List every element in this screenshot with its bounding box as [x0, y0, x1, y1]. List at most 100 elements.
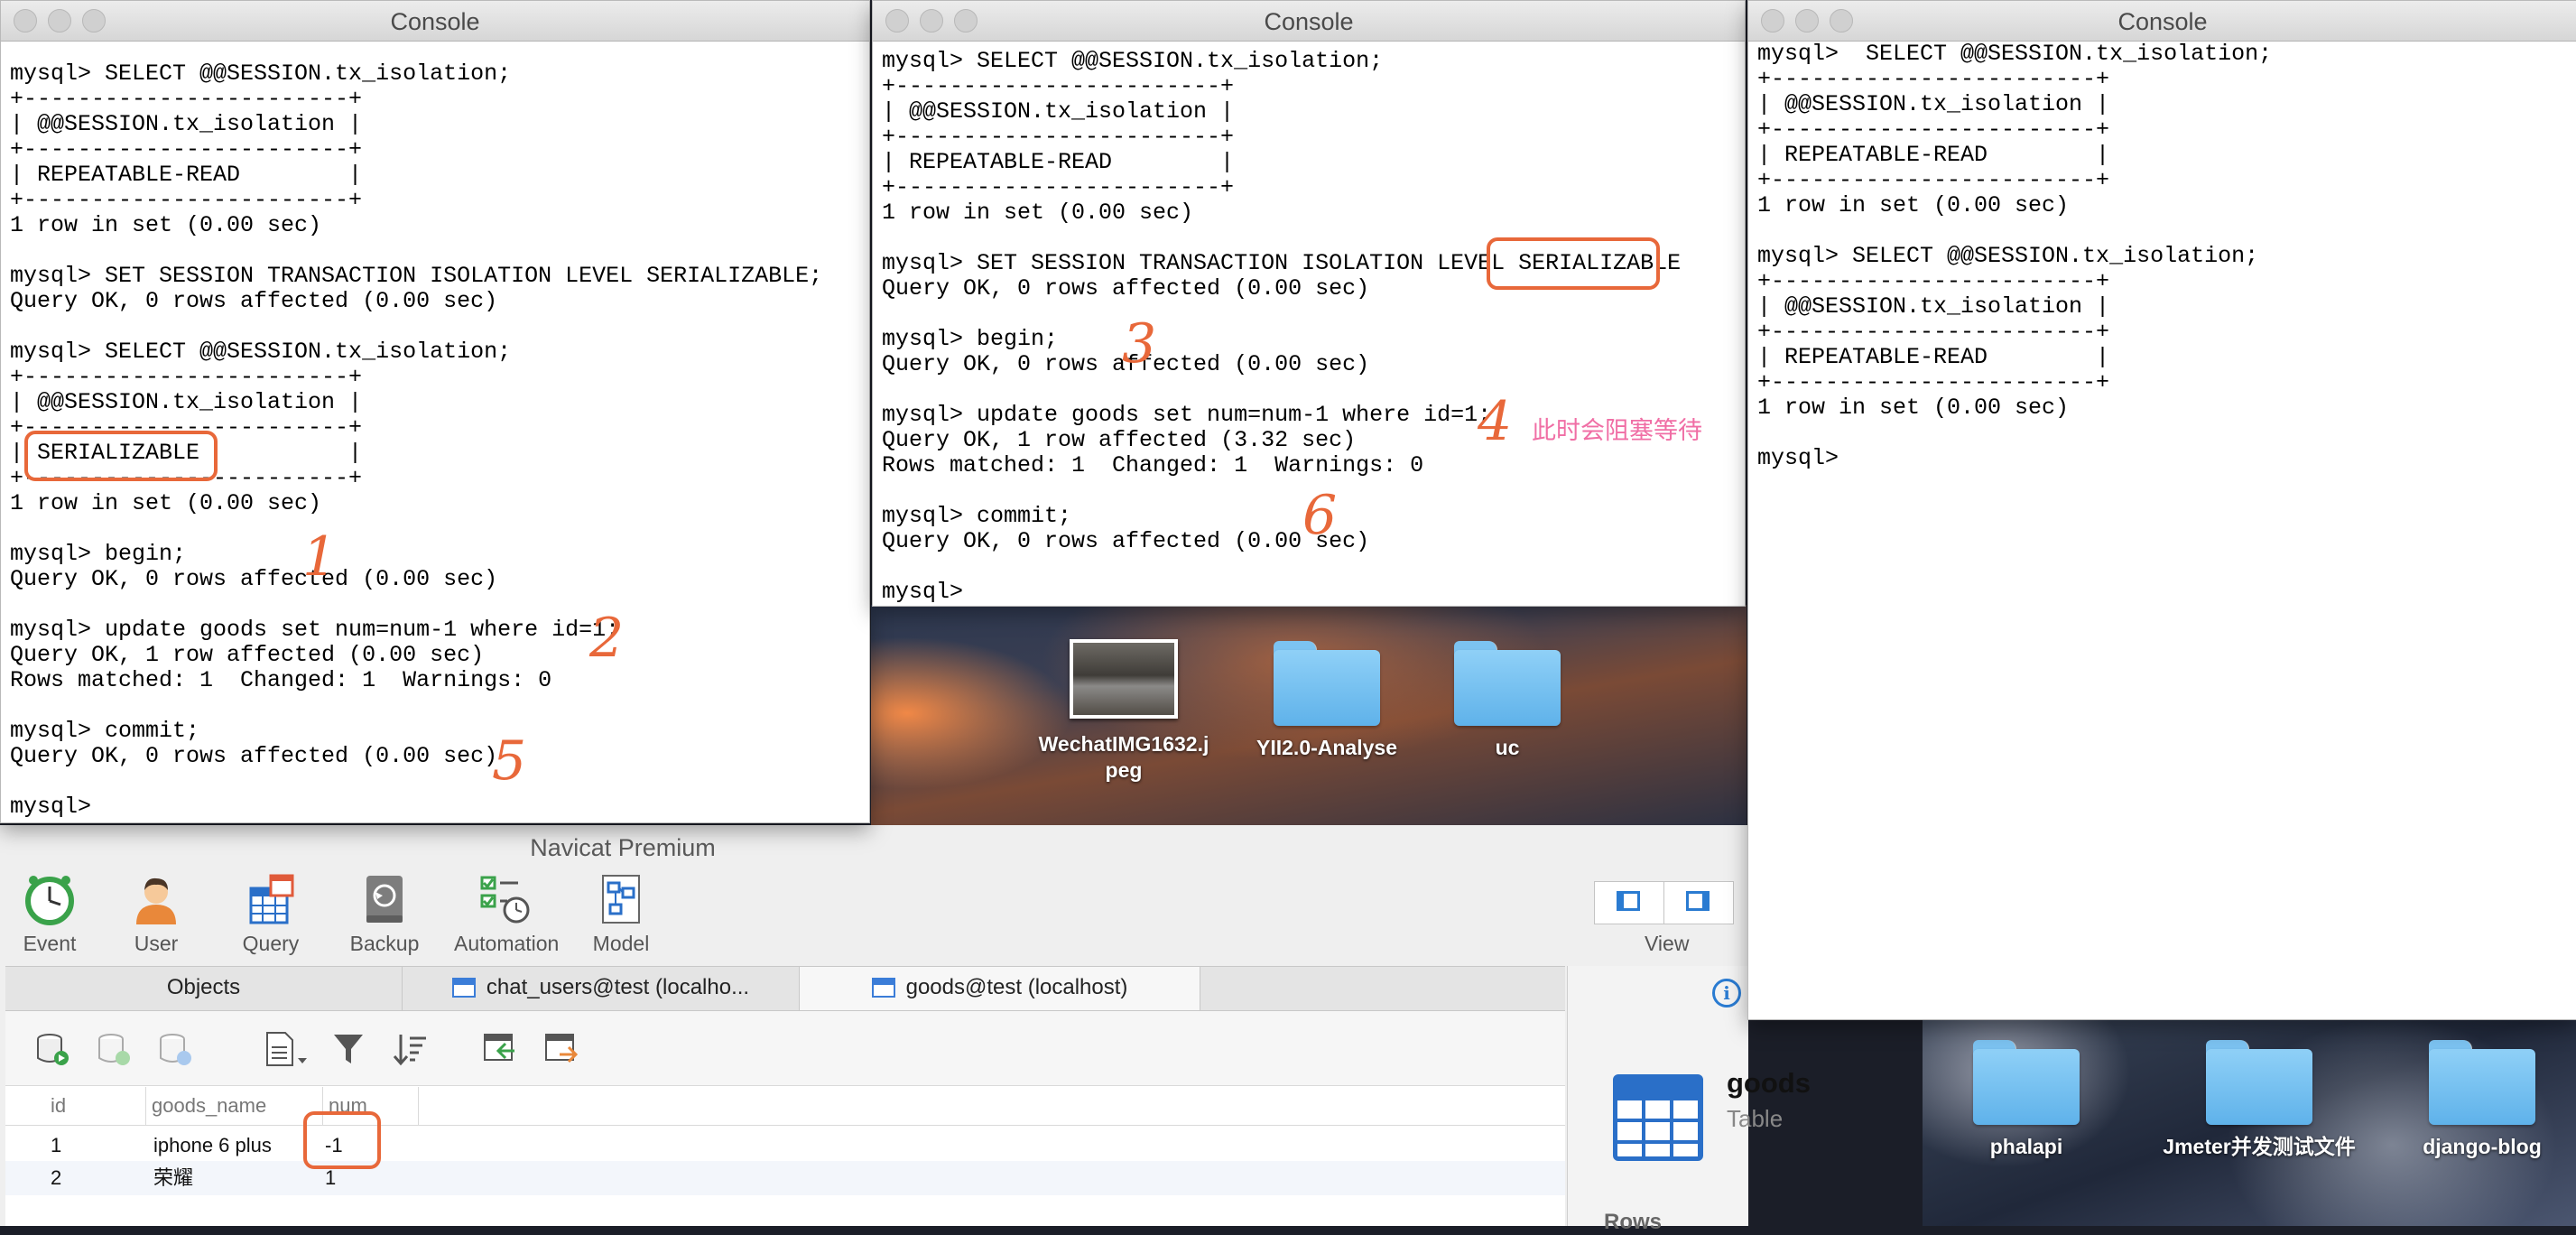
toolbar-label: User: [134, 932, 179, 955]
view-right-pane-button[interactable]: [1663, 881, 1734, 924]
window-title: Console: [2117, 8, 2208, 35]
tab-objects[interactable]: Objects: [5, 967, 403, 1010]
desktop-background: phalapi Jmeter并发测试文件 django-blog: [1923, 1018, 2576, 1226]
navicat-window: Navicat Premium Event User Query Backup …: [0, 825, 1811, 1234]
rollback-icon[interactable]: [157, 1031, 193, 1067]
query-icon: [244, 872, 298, 926]
info-icon[interactable]: i: [1712, 979, 1741, 1008]
toolbar-label: Backup: [349, 932, 420, 955]
window-title: Console: [1264, 8, 1354, 35]
desktop-folder-uc[interactable]: uc: [1449, 639, 1566, 761]
table-icon: [871, 978, 895, 998]
terminal-output[interactable]: mysql> SELECT @@SESSION.tx_isolation; +-…: [1748, 42, 2576, 475]
desktop-folder-label: Jmeter并发测试文件: [2163, 1135, 2356, 1158]
right-pane-icon: [1686, 891, 1710, 911]
desktop-folder-phalapi[interactable]: phalapi: [1950, 1038, 2103, 1160]
desktop-folder-yii2[interactable]: YII2.0-Analyse: [1237, 639, 1417, 761]
model-icon: [594, 872, 648, 926]
step-marker: 3: [1122, 312, 1157, 376]
toolbar-label: Query: [242, 932, 300, 955]
sort-icon[interactable]: [392, 1031, 428, 1067]
step-marker: 4: [1478, 390, 1513, 453]
console-window-right: Console mysql> SELECT @@SESSION.tx_isola…: [1747, 0, 2576, 1020]
num-value-highlight: [303, 1111, 381, 1169]
desktop-folder-django-blog[interactable]: django-blog: [2394, 1038, 2571, 1160]
desktop-folder-label: YII2.0-Analyse: [1256, 736, 1397, 759]
step-marker: 2: [589, 607, 625, 670]
table-row[interactable]: 2 荣耀 1: [5, 1161, 1565, 1195]
folder-icon: [1454, 639, 1561, 726]
table-editor: id goods_name num 1 iphone 6 plus -1 2 荣…: [5, 1011, 1565, 1226]
export-icon[interactable]: [543, 1031, 579, 1067]
tab-chat-users[interactable]: chat_users@test (localho...: [403, 967, 800, 1010]
backup-icon: [357, 872, 412, 926]
table-icon: [451, 978, 476, 998]
cell: 1: [51, 1134, 62, 1156]
toolbar-label: Model: [592, 932, 650, 955]
toolbar-event-button[interactable]: Event: [0, 872, 99, 956]
tab-bar: Objects chat_users@test (localho... good…: [5, 966, 1565, 1011]
object-type: Table: [1727, 1105, 1784, 1132]
window-title: Navicat Premium: [530, 834, 716, 861]
desktop-background: WechatIMG1632.jpeg YII2.0-Analyse uc: [871, 605, 1747, 831]
folder-icon: [1973, 1038, 2080, 1125]
import-icon[interactable]: [482, 1031, 518, 1067]
serializable-highlight: [24, 431, 218, 481]
desktop-folder-jmeter[interactable]: Jmeter并发测试文件: [2155, 1038, 2363, 1160]
step-marker: 1: [302, 525, 338, 589]
filter-icon[interactable]: [330, 1031, 366, 1067]
column-header[interactable]: id: [45, 1087, 146, 1125]
step-marker: 6: [1302, 484, 1338, 547]
console-window-middle: Console mysql> SELECT @@SESSION.tx_isola…: [872, 0, 1746, 607]
clock-icon: [23, 872, 77, 926]
desktop-folder-label: uc: [1495, 736, 1520, 759]
toolbar-user-button[interactable]: User: [107, 872, 206, 956]
folder-icon: [2206, 1038, 2312, 1125]
view-left-pane-button[interactable]: [1594, 881, 1664, 924]
blocking-note: 此时会阻塞等待: [1532, 417, 1702, 444]
desktop-folder-label: django-blog: [2423, 1135, 2542, 1158]
view-toggle: [1594, 881, 1734, 924]
toolbar-backup-button[interactable]: Backup: [335, 872, 434, 956]
desktop-file-label: WechatIMG1632.jpeg: [1038, 732, 1209, 782]
text-view-icon[interactable]: [264, 1031, 309, 1067]
table-icon: [1613, 1074, 1703, 1161]
tab-label: goods@test (localhost): [905, 975, 1128, 999]
object-name: goods: [1727, 1067, 1811, 1099]
toolbar-model-button[interactable]: Model: [571, 872, 671, 956]
folder-icon: [2429, 1038, 2535, 1125]
column-header[interactable]: goods_name: [146, 1087, 323, 1125]
data-toolbar: [5, 1011, 1565, 1086]
titlebar: Console: [1, 1, 869, 42]
object-info-pane: i goods Table Rows: [1567, 966, 1811, 1234]
desktop-folder-label: phalapi: [1989, 1135, 2063, 1158]
tab-label: Objects: [166, 975, 241, 999]
commit-icon[interactable]: [96, 1031, 132, 1067]
image-thumbnail-icon: [1070, 639, 1178, 719]
folder-icon: [1274, 639, 1380, 726]
toolbar-label: Event: [23, 932, 77, 955]
grid-header: id goods_name num: [5, 1087, 1565, 1126]
cell: iphone 6 plus: [153, 1134, 272, 1156]
cell: 荣耀: [153, 1166, 194, 1189]
toolbar-automation-button[interactable]: Automation: [454, 872, 559, 956]
view-label: View: [1645, 932, 1690, 955]
toolbar-query-button[interactable]: Query: [221, 872, 320, 956]
console-window-left: Console mysql> SELECT @@SESSION.tx_isola…: [0, 0, 870, 823]
serializable-highlight: [1487, 237, 1660, 290]
cell: 2: [51, 1166, 62, 1189]
left-pane-icon: [1617, 891, 1640, 911]
desktop-file-wechatimg[interactable]: WechatIMG1632.jpeg: [1033, 632, 1214, 784]
rows-section-label: Rows: [1604, 1210, 1663, 1234]
titlebar: Console: [1748, 1, 2576, 42]
table-row[interactable]: 1 iphone 6 plus -1: [5, 1128, 1565, 1163]
user-icon: [129, 872, 183, 926]
tab-goods[interactable]: goods@test (localhost): [800, 967, 1200, 1010]
titlebar: Console: [873, 1, 1745, 42]
tab-label: chat_users@test (localho...: [486, 975, 750, 999]
begin-transaction-icon[interactable]: [34, 1031, 70, 1067]
automation-icon: [477, 872, 531, 926]
window-title: Console: [390, 8, 480, 35]
toolbar-label: Automation: [454, 932, 560, 955]
step-marker: 5: [492, 729, 527, 793]
